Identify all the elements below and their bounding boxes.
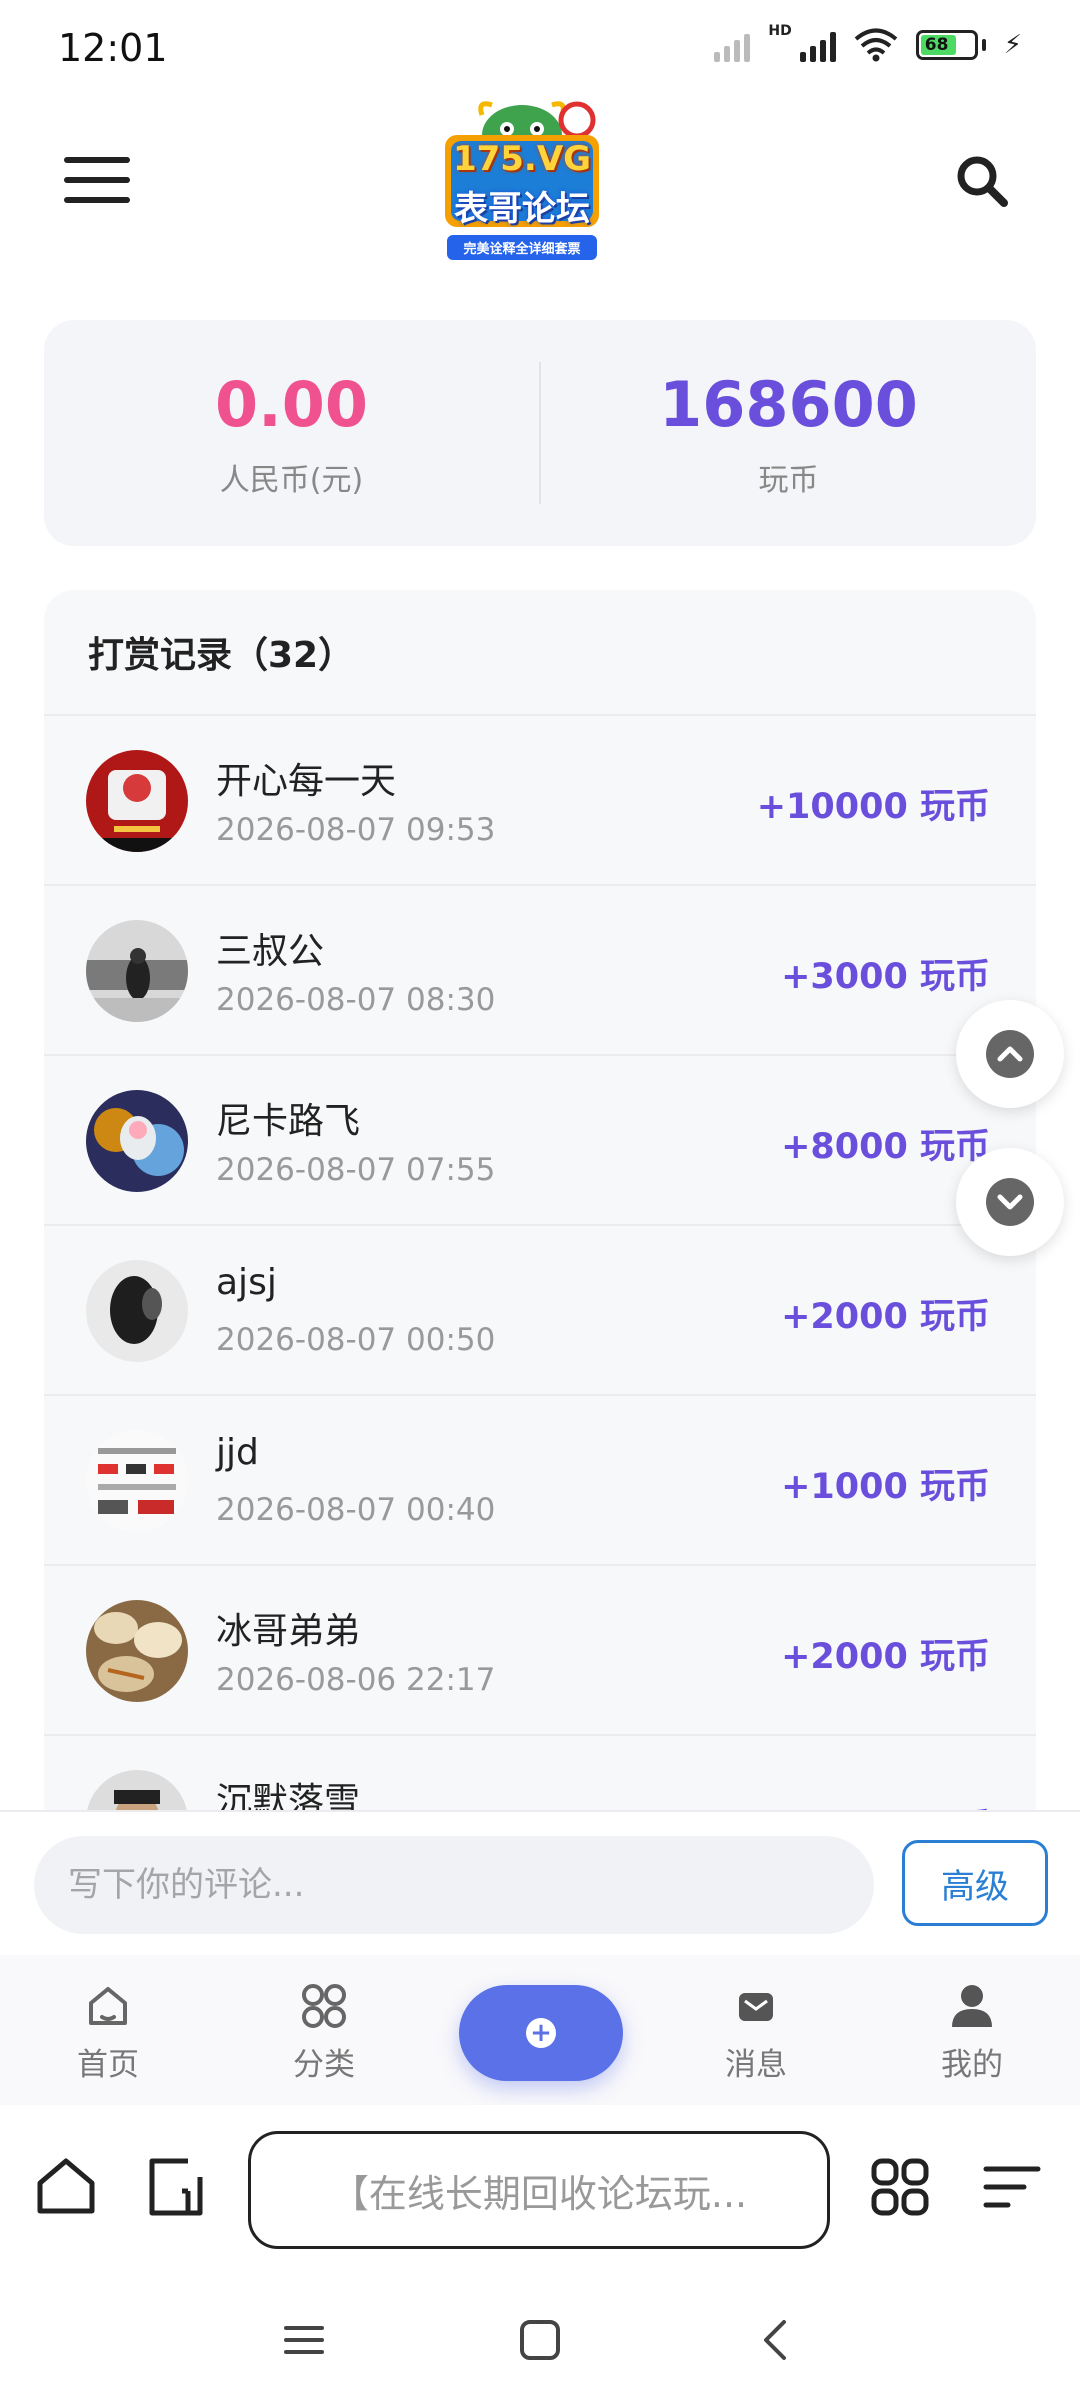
status-bar: 12:01 HD 68 ⚡	[0, 0, 1080, 95]
record-time: 2026-08-06 22:17	[216, 1662, 496, 1698]
rmb-balance: 0.00 人民币(元)	[44, 320, 539, 546]
apps-grid-icon[interactable]	[868, 2155, 932, 2219]
records-title: 打赏记录（32）	[44, 590, 1036, 716]
record-name: jjd	[216, 1432, 259, 1473]
record-amount: +1000 玩币	[781, 1798, 990, 1810]
home-button-icon[interactable]	[510, 2310, 570, 2370]
chevron-up-icon	[986, 1030, 1034, 1078]
bottom-nav: 首页 分类 + 消息 我的	[0, 1955, 1080, 2105]
record-amount: +2000 玩币	[781, 1637, 990, 1677]
logo-slogan: 完美诠释全详细套票	[447, 235, 597, 260]
avatar[interactable]	[86, 920, 188, 1022]
logo-title: 表哥论坛	[454, 189, 590, 229]
record-time: 2026-08-07 07:55	[216, 1152, 496, 1188]
avatar[interactable]	[86, 1600, 188, 1702]
app-header: 175.VG 表哥论坛 完美诠释全详细套票	[0, 95, 1080, 295]
nav-home-label: 首页	[77, 2047, 139, 2083]
avatar[interactable]	[86, 1770, 188, 1810]
scroll-top-button[interactable]	[956, 1000, 1064, 1108]
rmb-label: 人民币(元)	[219, 462, 364, 498]
record-name: ajsj	[216, 1262, 277, 1303]
record-name: 冰哥弟弟	[216, 1611, 361, 1652]
browser-home-icon[interactable]	[34, 2155, 98, 2219]
coin-value: 168600	[659, 367, 918, 441]
battery-icon: 68	[915, 30, 986, 60]
charging-icon: ⚡	[1003, 30, 1022, 60]
chevron-down-icon	[986, 1178, 1034, 1226]
record-amount: +3000 玩币	[781, 957, 990, 997]
signal-icon-sim1	[714, 28, 751, 62]
rmb-value: 0.00	[215, 367, 368, 441]
record-row[interactable]: jjd 2026-08-07 00:40 +1000 玩币	[44, 1396, 1036, 1566]
avatar[interactable]	[86, 1430, 188, 1532]
browser-menu-icon[interactable]	[980, 2155, 1044, 2219]
record-row[interactable]: 开心每一天 2026-08-07 09:53 +10000 玩币	[44, 716, 1036, 886]
network-type-label: HD	[768, 23, 792, 39]
message-icon	[739, 1993, 773, 2021]
user-icon	[952, 1985, 992, 2027]
address-bar[interactable]: 【在线长期回收论坛玩...	[248, 2131, 830, 2249]
status-icons: HD 68 ⚡	[714, 23, 1022, 62]
post-button[interactable]: +	[459, 1985, 623, 2081]
signal-icon-sim2	[799, 28, 836, 62]
scroll-bottom-button[interactable]	[956, 1148, 1064, 1256]
record-row[interactable]: ajsj 2026-08-07 00:50 +2000 玩币	[44, 1226, 1036, 1396]
record-time: 2026-08-07 00:50	[216, 1322, 496, 1358]
menu-icon[interactable]	[64, 157, 130, 203]
system-nav-bar	[0, 2280, 1080, 2400]
record-time: 2026-08-07 09:53	[216, 812, 496, 848]
avatar[interactable]	[86, 1090, 188, 1192]
status-time: 12:01	[58, 26, 168, 70]
browser-toolbar: 【在线长期回收论坛玩...	[0, 2105, 1080, 2280]
record-row[interactable]: 三叔公 2026-08-07 08:30 +3000 玩币	[44, 886, 1036, 1056]
battery-level: 68	[920, 35, 957, 55]
nav-mine[interactable]: 我的	[902, 1981, 1042, 2084]
record-amount: +10000 玩币	[756, 787, 990, 827]
coin-balance: 168600 玩币	[541, 320, 1036, 546]
record-name: 开心每一天	[216, 761, 397, 802]
comment-bar: 高级	[0, 1810, 1080, 1955]
reward-records: 打赏记录（32） 开心每一天 2026-08-07 09:53 +10000 玩…	[44, 590, 1036, 1810]
record-time: 2026-08-07 00:40	[216, 1492, 496, 1528]
grid-icon	[302, 1984, 346, 2028]
plus-icon: +	[526, 2018, 556, 2048]
advanced-button[interactable]: 高级	[902, 1840, 1048, 1926]
record-name: 三叔公	[216, 931, 325, 972]
record-amount: +8000 玩币	[781, 1127, 990, 1167]
comment-input[interactable]	[34, 1836, 874, 1934]
record-time: 2026-08-07 08:30	[216, 982, 496, 1018]
tabs-icon[interactable]	[144, 2155, 208, 2219]
nav-category[interactable]: 分类	[254, 1981, 394, 2084]
nav-messages-label: 消息	[725, 2047, 787, 2083]
balance-card: 0.00 人民币(元) 168600 玩币	[44, 320, 1036, 546]
record-name: 沉默落雪	[216, 1781, 361, 1810]
record-row[interactable]: 沉默落雪 +1000 玩币	[44, 1736, 1036, 1810]
wifi-icon	[854, 28, 898, 62]
recent-apps-icon[interactable]	[274, 2310, 334, 2370]
coin-label: 玩币	[758, 462, 819, 498]
record-name: 尼卡路飞	[216, 1101, 361, 1142]
nav-messages[interactable]: 消息	[686, 1981, 826, 2084]
forum-logo[interactable]: 175.VG 表哥论坛 完美诠释全详细套票	[437, 95, 607, 260]
avatar[interactable]	[86, 1260, 188, 1362]
record-row[interactable]: 冰哥弟弟 2026-08-06 22:17 +2000 玩币	[44, 1566, 1036, 1736]
record-amount: +2000 玩币	[781, 1297, 990, 1337]
back-icon[interactable]	[746, 2310, 806, 2370]
search-icon[interactable]	[952, 151, 1012, 211]
logo-domain: 175.VG	[452, 139, 592, 179]
avatar[interactable]	[86, 750, 188, 852]
nav-home[interactable]: 首页	[38, 1981, 178, 2084]
nav-mine-label: 我的	[941, 2047, 1003, 2083]
nav-category-label: 分类	[293, 2047, 355, 2083]
record-amount: +1000 玩币	[781, 1467, 990, 1507]
home-icon	[89, 1987, 127, 2025]
record-row[interactable]: 尼卡路飞 2026-08-07 07:55 +8000 玩币	[44, 1056, 1036, 1226]
